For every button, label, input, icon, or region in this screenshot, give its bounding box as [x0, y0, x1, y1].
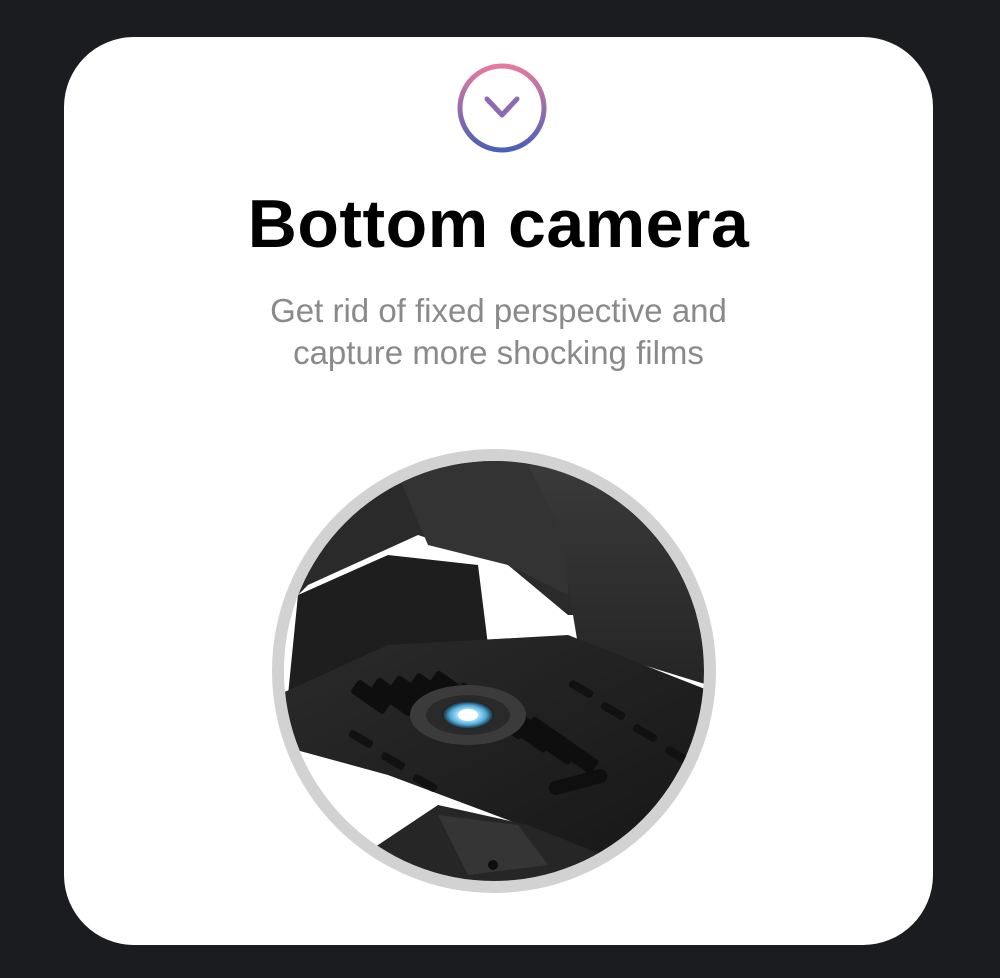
drone-bottom-camera-image	[272, 449, 716, 893]
subtitle-line-2: capture more shocking films	[293, 334, 704, 371]
feature-title: Bottom camera	[247, 186, 750, 262]
feature-subtitle: Get rid of fixed perspective and capture…	[64, 290, 933, 374]
subtitle-line-1: Get rid of fixed perspective and	[270, 292, 727, 329]
feature-card: Bottom camera Get rid of fixed perspecti…	[64, 37, 933, 945]
chevron-down-circle-icon	[457, 63, 547, 153]
